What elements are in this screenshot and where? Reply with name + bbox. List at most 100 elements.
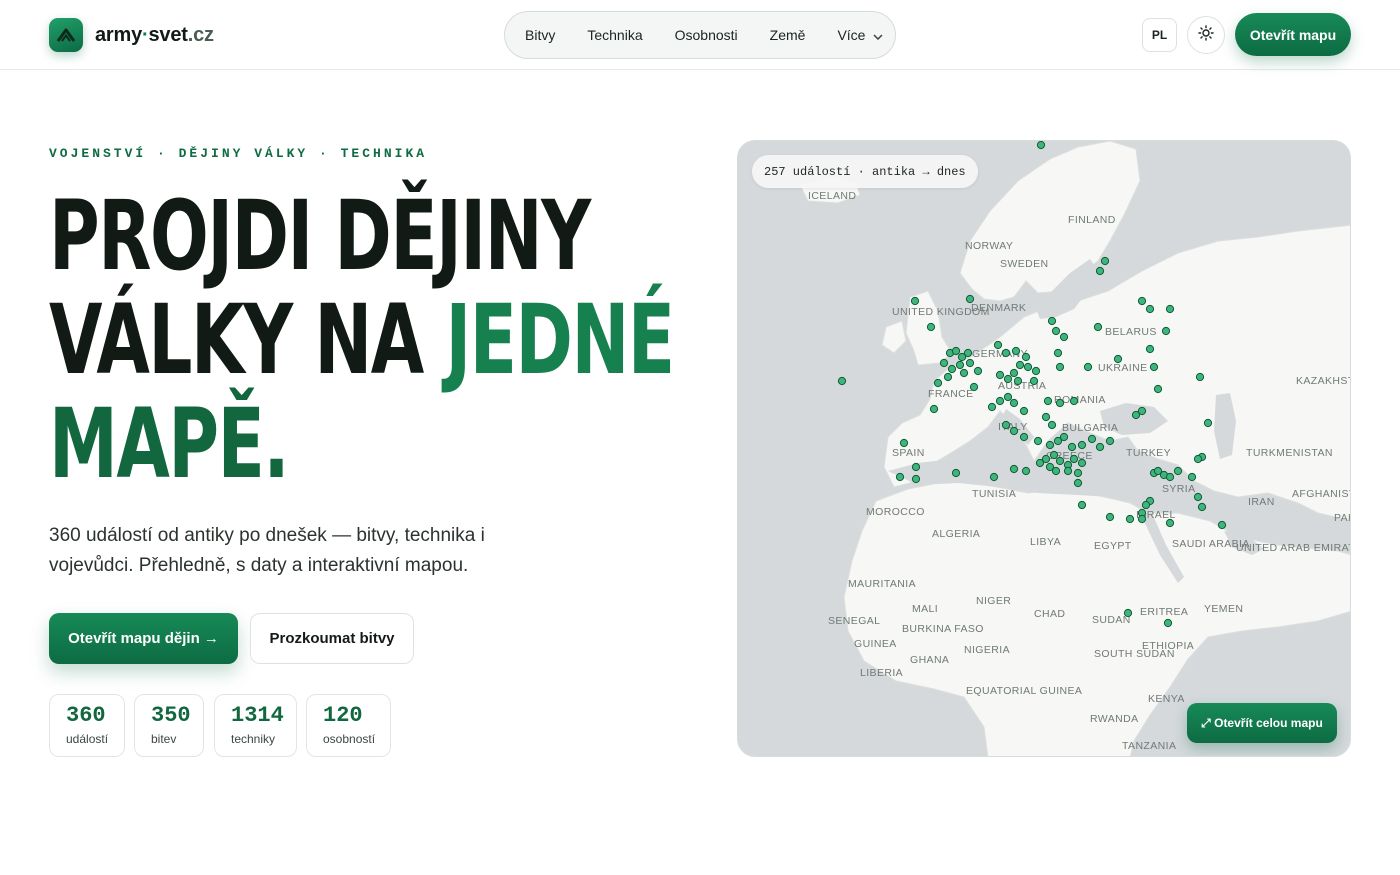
event-marker[interactable] — [1095, 266, 1105, 276]
event-marker[interactable] — [1100, 256, 1110, 266]
event-marker[interactable] — [1055, 362, 1065, 372]
event-marker[interactable] — [1045, 440, 1055, 450]
event-marker[interactable] — [955, 360, 965, 370]
event-marker[interactable] — [1153, 384, 1163, 394]
event-marker[interactable] — [1003, 374, 1013, 384]
event-marker[interactable] — [951, 468, 961, 478]
event-marker[interactable] — [926, 322, 936, 332]
event-marker[interactable] — [1217, 520, 1227, 530]
event-marker[interactable] — [929, 404, 939, 414]
event-marker[interactable] — [1051, 466, 1061, 476]
event-marker[interactable] — [1165, 518, 1175, 528]
event-marker[interactable] — [1003, 392, 1013, 402]
event-marker[interactable] — [1203, 418, 1213, 428]
event-marker[interactable] — [1161, 326, 1171, 336]
event-marker[interactable] — [1165, 472, 1175, 482]
event-marker[interactable] — [911, 474, 921, 484]
event-marker[interactable] — [1145, 344, 1155, 354]
map-canvas[interactable]: ICELAND FINLAND NORWAY SWEDEN DENMARK UN… — [738, 141, 1351, 757]
event-marker[interactable] — [895, 472, 905, 482]
event-marker[interactable] — [1149, 362, 1159, 372]
event-marker[interactable] — [1029, 376, 1039, 386]
event-marker[interactable] — [1125, 514, 1135, 524]
event-marker[interactable] — [1195, 372, 1205, 382]
theme-toggle-button[interactable] — [1187, 16, 1225, 54]
event-marker[interactable] — [987, 402, 997, 412]
site-logo[interactable]: army·svet.cz — [49, 18, 214, 52]
event-marker[interactable] — [1069, 454, 1079, 464]
event-marker[interactable] — [939, 358, 949, 368]
event-marker[interactable] — [963, 348, 973, 358]
event-marker[interactable] — [965, 294, 975, 304]
event-marker[interactable] — [1137, 514, 1147, 524]
event-marker[interactable] — [1073, 478, 1083, 488]
event-marker[interactable] — [989, 472, 999, 482]
event-marker[interactable] — [1087, 434, 1097, 444]
event-marker[interactable] — [1059, 432, 1069, 442]
event-marker[interactable] — [1041, 412, 1051, 422]
event-marker[interactable] — [951, 346, 961, 356]
event-marker[interactable] — [1009, 368, 1019, 378]
nav-item-vice[interactable]: Více — [821, 15, 899, 55]
event-marker[interactable] — [1011, 346, 1021, 356]
event-marker[interactable] — [1193, 492, 1203, 502]
event-marker[interactable] — [965, 358, 975, 368]
event-marker[interactable] — [1055, 398, 1065, 408]
event-marker[interactable] — [969, 382, 979, 392]
event-marker[interactable] — [899, 438, 909, 448]
event-marker[interactable] — [943, 372, 953, 382]
event-marker[interactable] — [1053, 348, 1063, 358]
event-marker[interactable] — [1023, 362, 1033, 372]
event-marker[interactable] — [910, 296, 920, 306]
event-marker[interactable] — [1051, 326, 1061, 336]
event-marker[interactable] — [1033, 436, 1043, 446]
event-marker[interactable] — [1009, 426, 1019, 436]
event-marker[interactable] — [1019, 406, 1029, 416]
event-marker[interactable] — [837, 376, 847, 386]
event-marker[interactable] — [1001, 348, 1011, 358]
event-marker[interactable] — [1197, 502, 1207, 512]
open-history-map-button[interactable]: Otevřít mapu dějin → — [49, 613, 238, 664]
event-marker[interactable] — [1073, 468, 1083, 478]
nav-item-osobnosti[interactable]: Osobnosti — [659, 15, 754, 55]
event-marker[interactable] — [1077, 440, 1087, 450]
event-marker[interactable] — [1113, 354, 1123, 364]
event-marker[interactable] — [1055, 456, 1065, 466]
event-marker[interactable] — [1105, 436, 1115, 446]
event-marker[interactable] — [911, 462, 921, 472]
interactive-map-preview[interactable]: ICELAND FINLAND NORWAY SWEDEN DENMARK UN… — [737, 140, 1351, 757]
event-marker[interactable] — [1093, 322, 1103, 332]
event-marker[interactable] — [1013, 376, 1023, 386]
event-marker[interactable] — [1047, 316, 1057, 326]
event-marker[interactable] — [933, 378, 943, 388]
event-marker[interactable] — [1123, 608, 1133, 618]
event-marker[interactable] — [1137, 406, 1147, 416]
event-marker[interactable] — [1193, 454, 1203, 464]
event-marker[interactable] — [1137, 296, 1147, 306]
event-marker[interactable] — [1141, 500, 1151, 510]
event-marker[interactable] — [1059, 332, 1069, 342]
event-marker[interactable] — [1063, 466, 1073, 476]
event-marker[interactable] — [947, 364, 957, 374]
event-marker[interactable] — [1187, 472, 1197, 482]
event-marker[interactable] — [1069, 396, 1079, 406]
event-marker[interactable] — [1083, 362, 1093, 372]
event-marker[interactable] — [1165, 304, 1175, 314]
event-marker[interactable] — [995, 396, 1005, 406]
event-marker[interactable] — [1077, 500, 1087, 510]
event-marker[interactable] — [1019, 432, 1029, 442]
event-marker[interactable] — [993, 340, 1003, 350]
nav-item-technika[interactable]: Technika — [571, 15, 658, 55]
event-marker[interactable] — [1043, 396, 1053, 406]
nav-item-bitvy[interactable]: Bitvy — [509, 15, 571, 55]
event-marker[interactable] — [973, 366, 983, 376]
event-marker[interactable] — [1163, 618, 1173, 628]
event-marker[interactable] — [1067, 442, 1077, 452]
event-marker[interactable] — [1173, 466, 1183, 476]
event-marker[interactable] — [1036, 141, 1046, 150]
event-marker[interactable] — [1105, 512, 1115, 522]
explore-battles-button[interactable]: Prozkoumat bitvy — [250, 613, 414, 664]
event-marker[interactable] — [1009, 398, 1019, 408]
event-marker[interactable] — [995, 370, 1005, 380]
event-marker[interactable] — [1049, 450, 1059, 460]
